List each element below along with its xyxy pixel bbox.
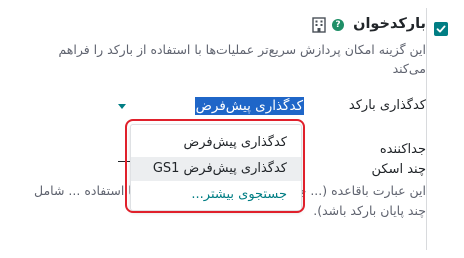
highlight-box (125, 119, 305, 213)
nomenclature-value[interactable]: کدگذاری پیش‌فرض (194, 97, 304, 115)
nomenclature-label: کدگذاری بارکد (348, 98, 426, 113)
building-icon (312, 17, 326, 33)
checkmark-icon (436, 25, 446, 33)
nomenclature-select[interactable]: کدگذاری پیش‌فرض (118, 96, 304, 118)
barcode-checkbox[interactable] (434, 22, 448, 36)
setting-divider (426, 8, 427, 250)
caret-down-icon[interactable] (118, 104, 126, 109)
help-icon[interactable]: ? (332, 19, 344, 31)
setting-title: بارکدخوان (353, 16, 426, 32)
setting-description: این گزینه امکان پردازش سریع‌تر عملیات‌ها… (58, 42, 426, 76)
separator-label: جداکننده (379, 142, 426, 157)
separator-label-line2: چند اسکن (371, 162, 427, 177)
